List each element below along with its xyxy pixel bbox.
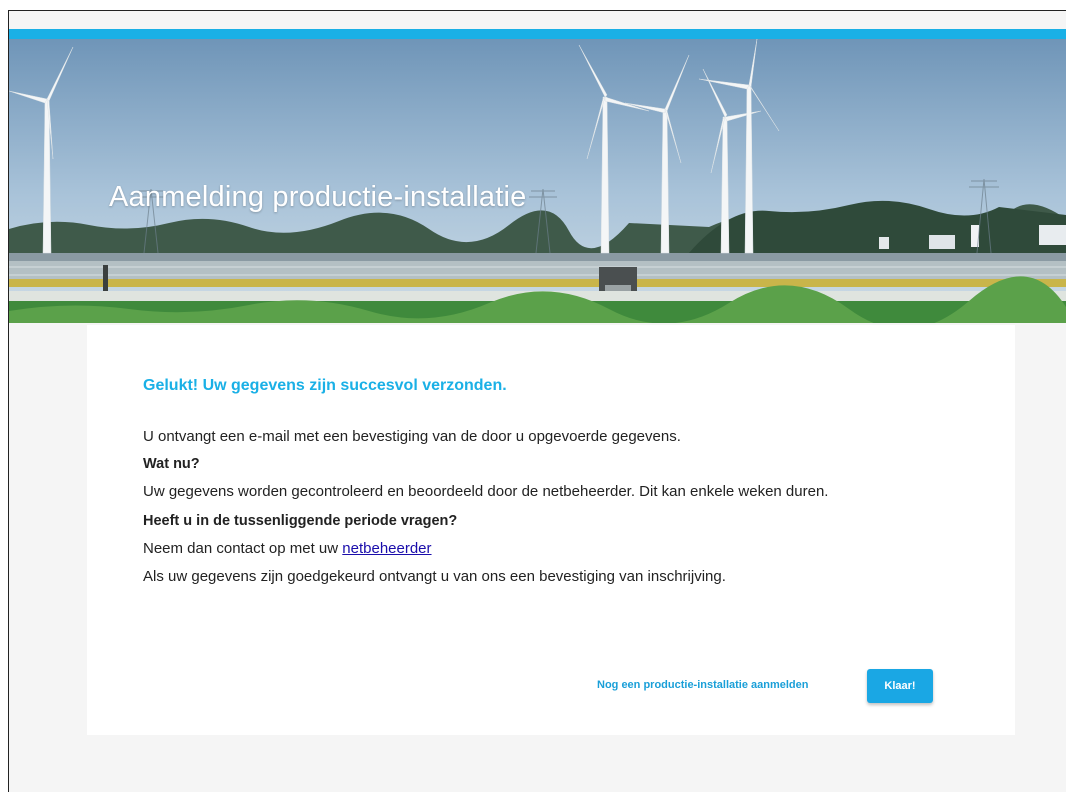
page-title: Aanmelding productie-installatie [109,181,527,213]
accent-strip [9,29,1066,39]
contact-prefix: Neem dan contact op met uw [143,540,343,557]
done-button[interactable]: Klaar! [867,669,933,703]
hero-banner: Aanmelding productie-installatie [9,39,1066,323]
success-heading: Gelukt! Uw gegevens zijn succesvol verzo… [143,377,507,394]
netbeheerder-link[interactable]: netbeheerder [342,540,431,557]
register-another-button[interactable]: Nog een productie-installatie aanmelden [591,675,815,695]
next-steps-text: Uw gegevens worden gecontroleerd en beoo… [143,483,829,500]
page-frame: Aanmelding productie-installatie Gelukt!… [8,10,1066,792]
questions-heading: Heeft u in de tussenliggende periode vra… [143,513,458,529]
approval-text: Als uw gegevens zijn goedgekeurd ontvang… [143,568,726,585]
confirmation-card: Gelukt! Uw gegevens zijn succesvol verzo… [87,325,1015,735]
email-notice-text: U ontvangt een e-mail met een bevestigin… [143,428,681,445]
contact-text: Neem dan contact op met uw netbeheerder [143,540,432,558]
next-steps-heading: Wat nu? [143,456,200,472]
